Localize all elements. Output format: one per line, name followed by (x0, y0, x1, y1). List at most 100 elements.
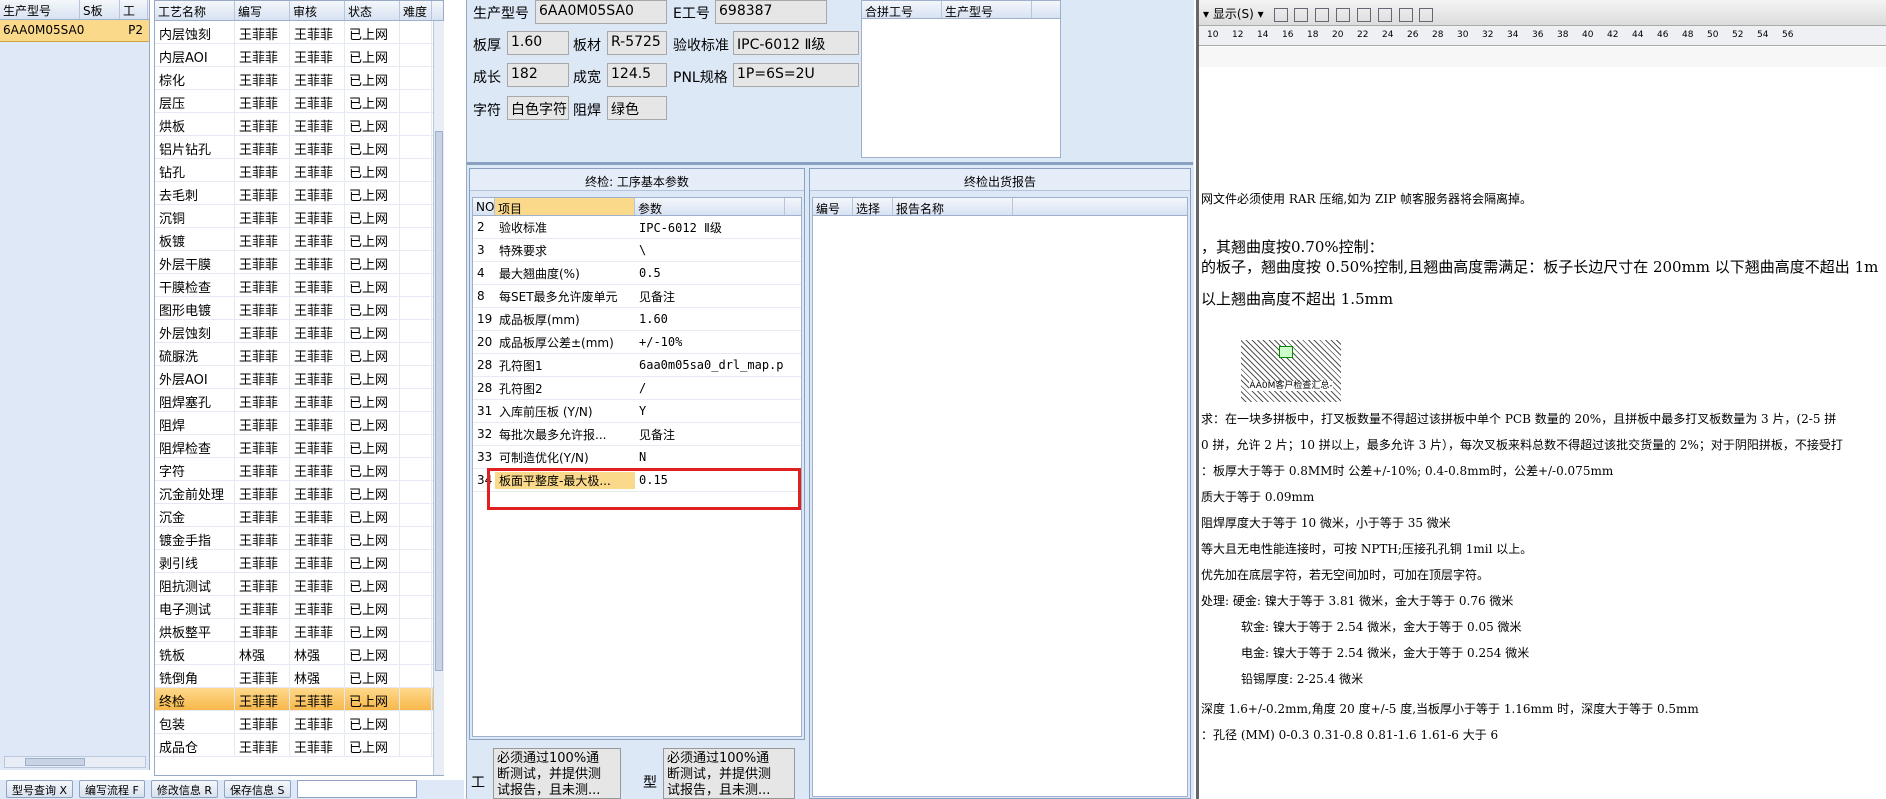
width-field[interactable]: 124.5 (607, 63, 667, 87)
standard-field[interactable]: IPC-6012 Ⅱ级 (733, 31, 859, 55)
process-row[interactable]: 烘板整平 王菲菲 王菲菲 已上网 (155, 619, 443, 642)
col-header-merge-model[interactable]: 生产型号 (942, 1, 1032, 18)
process-row[interactable]: 包装 王菲菲 王菲菲 已上网 (155, 711, 443, 734)
col-header-g[interactable]: 工 (120, 0, 148, 19)
process-row[interactable]: 阻焊 王菲菲 王菲菲 已上网 (155, 412, 443, 435)
spell-icon[interactable] (1398, 7, 1413, 22)
process-row[interactable]: 干膜检查 王菲菲 王菲菲 已上网 (155, 274, 443, 297)
col-header-process[interactable]: 工艺名称 (155, 1, 235, 20)
process-row[interactable]: 层压 王菲菲 王菲菲 已上网 (155, 90, 443, 113)
doc-line: ，其翘曲度按0.70%控制： (1201, 238, 1384, 256)
e-field[interactable]: 698387 (715, 0, 827, 24)
style-icon[interactable] (1315, 7, 1330, 22)
format-icon[interactable] (1294, 7, 1309, 22)
difficulty-cell (400, 711, 432, 733)
process-row[interactable]: 内层AOI 王菲菲 王菲菲 已上网 (155, 44, 443, 67)
pnl-field[interactable]: 1P=6S=2U (733, 63, 859, 87)
material-field[interactable]: R-5725 (607, 31, 667, 55)
process-row[interactable]: 图形电镀 王菲菲 王菲菲 已上网 (155, 297, 443, 320)
process-row[interactable]: 棕化 王菲菲 王菲菲 已上网 (155, 67, 443, 90)
process-row[interactable]: 沉金前处理 王菲菲 王菲菲 已上网 (155, 481, 443, 504)
param-row[interactable]: 28 孔符图1 6aa0m05sa0_drl_map.p (473, 354, 801, 377)
process-row[interactable]: 外层干膜 王菲菲 王菲菲 已上网 (155, 251, 443, 274)
param-row[interactable]: 3 特殊要求 \ (473, 239, 801, 262)
param-row[interactable]: 8 每SET最多允许废单元 见备注 (473, 285, 801, 308)
view-dropdown-arrow-icon[interactable]: ▾ (1258, 7, 1264, 21)
difficulty-cell (400, 619, 432, 641)
view-menu[interactable]: 显示(S) (1213, 7, 1254, 21)
process-row[interactable]: 沉金 王菲菲 王菲菲 已上网 (155, 504, 443, 527)
param-row[interactable]: 4 最大翘曲度(%) 0.5 (473, 262, 801, 285)
ruler: 10 12 14 16 18 20 22 24 26 28 30 32 34 36 38 40 42 44 46 48… (1199, 26, 1886, 46)
col-header-param[interactable]: 参数 (635, 198, 785, 215)
bottom-a-textarea[interactable]: 必须通过100%通 断测试，并提供测 试报告，且未测... (493, 748, 621, 799)
param-row[interactable]: 2 验收标准 IPC-6012 Ⅱ级 (473, 216, 801, 239)
hscroll-thumb[interactable] (25, 758, 85, 766)
col-header-select[interactable]: 选择 (853, 198, 893, 215)
vscroll-thumb[interactable] (435, 131, 443, 671)
status-cell: 已上网 (345, 44, 400, 66)
col-header-report-no[interactable]: 编号 (813, 198, 853, 215)
process-row[interactable]: 字符 王菲菲 王菲菲 已上网 (155, 458, 443, 481)
col-header-report-name[interactable]: 报告名称 (893, 198, 1013, 215)
process-row[interactable]: 铣板 林强 林强 已上网 (155, 642, 443, 665)
toolbar-dropdown-arrow-icon[interactable]: ▾ (1203, 7, 1209, 21)
bottom-b-textarea[interactable]: 必须通过100%通 断测试，并提供测 试报告，且未测... (663, 748, 795, 799)
col-header-writer[interactable]: 编写 (235, 1, 290, 20)
paint-icon[interactable] (1377, 7, 1392, 22)
model-row-selected[interactable]: 6AA0M05SA0 P2 (0, 20, 149, 42)
process-row[interactable]: 镀金手指 王菲菲 王菲菲 已上网 (155, 527, 443, 550)
model-list-hscroll[interactable] (4, 756, 146, 768)
process-row[interactable]: 终检 王菲菲 王菲菲 已上网 (155, 688, 443, 711)
process-row[interactable]: 外层AOI 王菲菲 王菲菲 已上网 (155, 366, 443, 389)
model-field[interactable]: 6AA0M05SA0 (535, 0, 667, 24)
col-header-no[interactable]: NO (473, 198, 495, 215)
process-row[interactable]: 阻焊塞孔 王菲菲 王菲菲 已上网 (155, 389, 443, 412)
param-row[interactable]: 31 入库前压板 (Y/N) Y (473, 400, 801, 423)
length-field[interactable]: 182 (507, 63, 569, 87)
col-header-item[interactable]: 项目 (495, 198, 635, 215)
process-row[interactable]: 内层蚀刻 王菲菲 王菲菲 已上网 (155, 21, 443, 44)
param-row[interactable]: 20 成品板厚公差±(mm) +/-10% (473, 331, 801, 354)
process-row[interactable]: 阻抗测试 王菲菲 王菲菲 已上网 (155, 573, 443, 596)
mask-field[interactable]: 绿色 (607, 96, 667, 120)
process-row[interactable]: 硫脲洗 王菲菲 王菲菲 已上网 (155, 343, 443, 366)
col-header-reviewer[interactable]: 审核 (290, 1, 345, 20)
param-row[interactable]: 28 孔符图2 / (473, 377, 801, 400)
col-header-model[interactable]: 生产型号 (0, 0, 80, 19)
window-icon[interactable] (1419, 7, 1434, 22)
process-row[interactable]: 铣倒角 王菲菲 林强 已上网 (155, 665, 443, 688)
thickness-field[interactable]: 1.60 (507, 31, 569, 55)
col-header-difficulty[interactable]: 难度 (400, 1, 432, 20)
process-row[interactable]: 剥引线 王菲菲 王菲菲 已上网 (155, 550, 443, 573)
folder-icon[interactable] (1356, 7, 1371, 22)
param-row[interactable]: 33 可制造优化(Y/N) N (473, 446, 801, 469)
process-row[interactable]: 铝片钻孔 王菲菲 王菲菲 已上网 (155, 136, 443, 159)
process-row[interactable]: 烘板 王菲菲 王菲菲 已上网 (155, 113, 443, 136)
reviewer-cell: 王菲菲 (290, 205, 345, 227)
modify-info-button[interactable]: 修改信息 R (150, 780, 219, 798)
col-header-status[interactable]: 状态 (345, 1, 400, 20)
param-row[interactable]: 19 成品板厚(mm) 1.60 (473, 308, 801, 331)
col-header-merge-no[interactable]: 合拼工号 (862, 1, 942, 18)
process-row[interactable]: 去毛刺 王菲菲 王菲菲 已上网 (155, 182, 443, 205)
insert-icon[interactable] (1273, 7, 1288, 22)
col-header-s[interactable]: S板 (80, 0, 120, 19)
save-info-button[interactable]: 保存信息 S (224, 780, 291, 798)
char-field[interactable]: 白色字符 (507, 96, 569, 120)
edit-flow-button[interactable]: 编写流程 F (79, 780, 145, 798)
process-row[interactable]: 沉铜 王菲菲 王菲菲 已上网 (155, 205, 443, 228)
process-row[interactable]: 成品仓 王菲菲 王菲菲 已上网 (155, 734, 443, 757)
process-row[interactable]: 钻孔 王菲菲 王菲菲 已上网 (155, 159, 443, 182)
process-row[interactable]: 阻焊检查 王菲菲 王菲菲 已上网 (155, 435, 443, 458)
writer-cell: 王菲菲 (235, 412, 290, 434)
process-row[interactable]: 外层蚀刻 王菲菲 王菲菲 已上网 (155, 320, 443, 343)
status-cell: 已上网 (345, 412, 400, 434)
param-row[interactable]: 32 每批次最多允许报... 见备注 (473, 423, 801, 446)
process-row[interactable]: 电子测试 王菲菲 王菲菲 已上网 (155, 596, 443, 619)
color-icon[interactable] (1336, 7, 1351, 22)
process-row[interactable]: 板镀 王菲菲 王菲菲 已上网 (155, 228, 443, 251)
process-list-vscroll[interactable] (433, 21, 444, 775)
search-input[interactable] (296, 780, 417, 798)
model-query-button[interactable]: 型号查询 X (6, 780, 74, 798)
